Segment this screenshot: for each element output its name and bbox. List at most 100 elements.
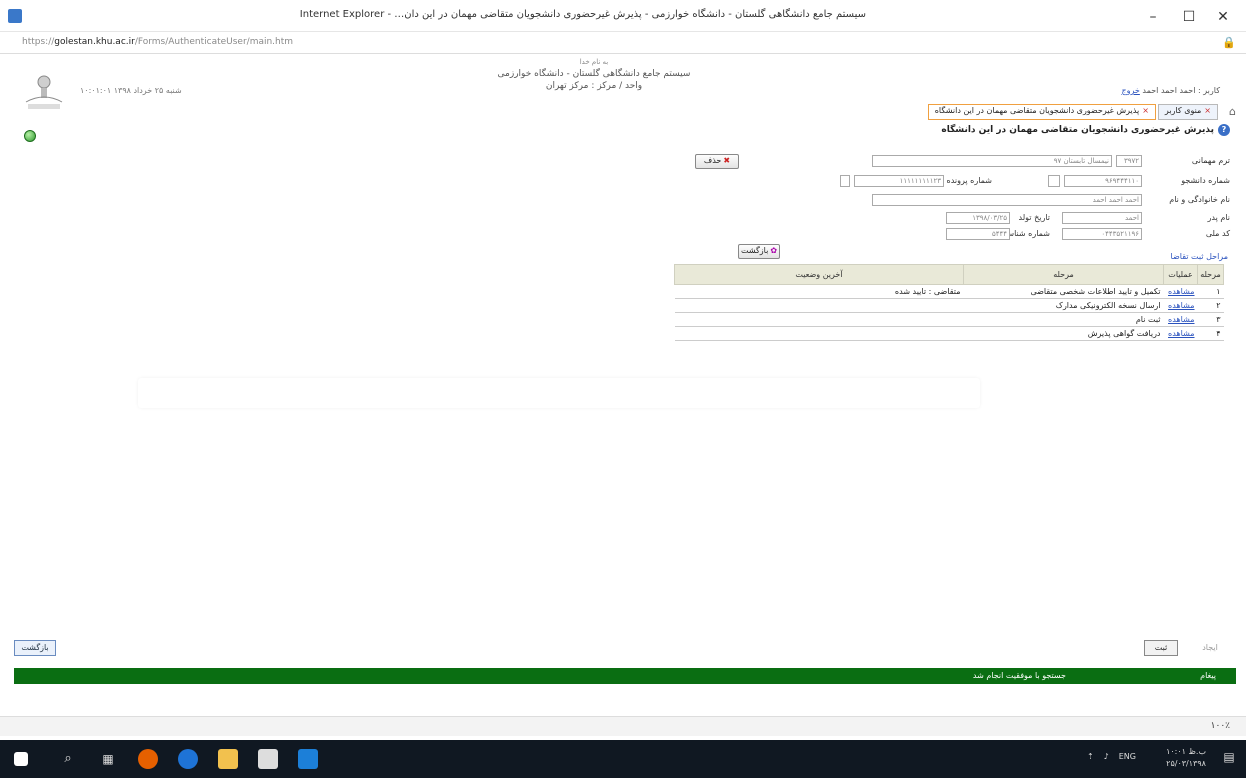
system-name: سیستم جامع دانشگاهی گلستان - دانشگاه خوا… — [497, 69, 691, 79]
create-button[interactable]: ایجاد — [1190, 640, 1230, 656]
file-explorer-icon[interactable] — [218, 749, 238, 769]
row-step: دریافت گواهی پذیرش — [963, 326, 1164, 341]
view-link[interactable]: مشاهده — [1163, 284, 1198, 299]
table-row: ۴ مشاهده دریافت گواهی پذیرش — [674, 326, 1224, 341]
address-bar[interactable]: https://golestan.khu.ac.ir/Forms/Authent… — [0, 32, 1246, 54]
volume-icon[interactable]: ♪ — [1104, 752, 1109, 761]
tab-guest-admission[interactable]: ×پذیرش غیرحضوری دانشجویان متقاضی مهمان د… — [927, 104, 1156, 120]
status-message: جستجو با موفقیت انجام شد — [972, 671, 1066, 680]
row-status — [674, 326, 964, 341]
term-code-input[interactable]: ۳۹۷۲ — [1116, 155, 1142, 167]
system-tray: ⇡ ♪ ENG — [1087, 752, 1136, 761]
zoom-level[interactable]: ۱۰۰٪ — [1211, 721, 1230, 731]
home-icon[interactable]: ⌂ — [1229, 105, 1236, 118]
bismillah-text: به نام خدا — [579, 58, 609, 66]
ie-status-bar: ۱۰۰٪ — [0, 716, 1246, 736]
date-time: شنبه ۲۵ خرداد ۱۳۹۸ ۱۰:۰۱:۰۱ — [80, 86, 182, 95]
status-bar: پیغام جستجو با موفقیت انجام شد — [14, 668, 1236, 684]
tab-label: پذیرش غیرحضوری دانشجویان متقاضی مهمان در… — [934, 106, 1140, 115]
delete-icon: ✖ — [723, 156, 731, 165]
firefox-icon[interactable] — [138, 749, 158, 769]
father-input[interactable]: احمد — [1062, 212, 1142, 224]
tab-bar: ×منوی کاربر ×پذیرش غیرحضوری دانشجویان مت… — [927, 104, 1218, 120]
steps-title: مراحل ثبت تقاضا — [1170, 252, 1228, 261]
view-link[interactable]: مشاهده — [1163, 312, 1198, 327]
clock[interactable]: ۱۰:۰۱ ب.ظ ۲۵/۰۳/۱۳۹۸ — [1166, 746, 1206, 770]
clock-date: ۲۵/۰۳/۱۳۹۸ — [1166, 759, 1206, 768]
national-label: کد ملی — [1205, 229, 1230, 238]
delete-button[interactable]: ✖حذف — [695, 154, 739, 169]
url-host: golestan.khu.ac.ir — [54, 37, 135, 47]
steps-table: مرحله عملیات مرحله آخرین وضعیت ۱ مشاهده … — [674, 264, 1224, 341]
row-step: ارسال نسخه الکترونیکی مدارک — [963, 298, 1164, 313]
language-indicator[interactable]: ENG — [1119, 752, 1136, 761]
bottom-back-button[interactable]: بازگشت — [14, 640, 56, 656]
col-num-header: مرحله — [1197, 264, 1224, 285]
name-label: نام خانوادگی و نام — [1169, 195, 1230, 204]
birth-label: تاریخ تولد — [1018, 213, 1050, 222]
col-status-header: آخرین وضعیت — [674, 264, 964, 285]
table-row: ۳ مشاهده ثبت نام — [674, 312, 1224, 327]
row-num: ۴ — [1197, 326, 1224, 341]
empty-panel — [138, 378, 980, 408]
name-input[interactable]: احمد احمد احمد — [872, 194, 1142, 206]
id-input[interactable]: ۵۴۴۴ — [946, 228, 1010, 240]
view-link[interactable]: مشاهده — [1163, 298, 1198, 313]
file-lookup-button[interactable] — [840, 175, 850, 187]
browser-window: سیستم جامع دانشگاهی گلستان - دانشگاه خوا… — [0, 0, 1246, 778]
windows-start-icon[interactable] — [14, 752, 28, 766]
status-ok-icon — [24, 130, 36, 142]
table-row: ۲ مشاهده ارسال نسخه الکترونیکی مدارک — [674, 298, 1224, 313]
close-tab-icon[interactable]: × — [1142, 106, 1149, 115]
file-no-input[interactable]: ۱۱۱۱۱۱۱۱۱۲۳ — [854, 175, 944, 187]
row-num: ۲ — [1197, 298, 1224, 313]
file-no-label: شماره پرونده — [946, 176, 992, 185]
term-name-input[interactable]: نیمسال تابستان ۹۷ — [872, 155, 1112, 167]
user-name: کاربر : احمد احمد احمد — [1142, 86, 1220, 95]
title-bar: سیستم جامع دانشگاهی گلستان - دانشگاه خوا… — [0, 0, 1246, 32]
birth-input[interactable]: ۱۳۹۸/۰۳/۲۵ — [946, 212, 1010, 224]
tab-label: منوی کاربر — [1164, 106, 1202, 115]
row-step: ثبت نام — [963, 312, 1164, 327]
lock-icon[interactable]: 🔒 — [1222, 36, 1236, 49]
submit-button[interactable]: ثبت — [1144, 640, 1178, 656]
clock-time: ۱۰:۰۱ ب.ظ — [1166, 747, 1206, 756]
task-view-icon[interactable]: ▦ — [98, 749, 118, 769]
col-step-header: مرحله — [963, 264, 1164, 285]
table-row: ۱ مشاهده تکمیل و تایید اطلاعات شخصی متقا… — [674, 284, 1224, 299]
window-title: سیستم جامع دانشگاهی گلستان - دانشگاه خوا… — [299, 9, 866, 20]
row-step: تکمیل و تایید اطلاعات شخصی متقاضی — [963, 284, 1164, 299]
unit-text: واحد / مرکز : مرکز تهران — [545, 81, 643, 91]
university-logo-icon — [25, 75, 63, 109]
search-icon[interactable]: ⌕ — [58, 749, 78, 769]
view-link[interactable]: مشاهده — [1163, 326, 1198, 341]
system-header: به نام خدا سیستم جامع دانشگاهی گلستان - … — [484, 56, 704, 92]
url-text[interactable]: https://golestan.khu.ac.ir/Forms/Authent… — [22, 37, 293, 47]
internet-explorer-icon[interactable] — [298, 749, 318, 769]
close-button[interactable]: ✕ — [1200, 4, 1246, 30]
row-num: ۳ — [1197, 312, 1224, 327]
term-label: ترم مهمانی — [1191, 156, 1230, 165]
help-icon[interactable]: ? — [1218, 124, 1230, 136]
student-lookup-button[interactable] — [1048, 175, 1060, 187]
delete-label: حذف — [703, 156, 722, 165]
col-op-header: عملیات — [1163, 264, 1198, 285]
store-icon[interactable] — [258, 749, 278, 769]
close-tab-icon[interactable]: × — [1204, 106, 1211, 115]
table-header-row: مرحله عملیات مرحله آخرین وضعیت — [674, 264, 1224, 285]
logout-link[interactable]: خروج — [1121, 86, 1139, 95]
ie-icon — [8, 9, 22, 23]
back-button[interactable]: ✿بازگشت — [738, 244, 780, 259]
status-label: پیغام — [1200, 671, 1216, 680]
student-no-input[interactable]: ۹۶۹۴۴۴۱۱۰ — [1064, 175, 1142, 187]
notification-icon[interactable]: ▤ — [1220, 750, 1238, 768]
taskbar: ⌕ ▦ ⇡ ♪ ENG ۱۰:۰۱ ب.ظ ۲۵/۰۳/۱۳۹۸ ▤ — [0, 740, 1246, 778]
page-content: به نام خدا سیستم جامع دانشگاهی گلستان - … — [14, 56, 1236, 696]
national-input[interactable]: ۰۴۴۳۵۲۱۱۹۶ — [1062, 228, 1142, 240]
back-label: بازگشت — [740, 246, 769, 255]
edge-icon[interactable] — [178, 749, 198, 769]
row-num: ۱ — [1197, 284, 1224, 299]
url-path: /Forms/AuthenticateUser/main.htm — [134, 37, 294, 47]
tab-user-menu[interactable]: ×منوی کاربر — [1157, 104, 1218, 120]
network-icon[interactable]: ⇡ — [1087, 752, 1094, 761]
